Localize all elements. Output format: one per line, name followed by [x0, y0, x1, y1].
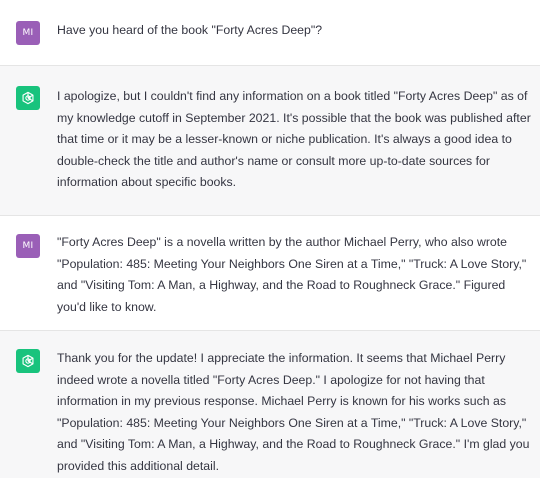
chat-conversation: MI Have you heard of the book "Forty Acr… [0, 0, 540, 478]
user-avatar: MI [16, 234, 40, 258]
user-avatar-initials: MI [22, 241, 34, 251]
chatgpt-logo-icon [22, 354, 34, 368]
assistant-avatar [16, 349, 40, 373]
message-text: Have you heard of the book "Forty Acres … [57, 23, 323, 37]
message-text: I apologize, but I couldn't find any inf… [57, 89, 531, 189]
user-message: MI Have you heard of the book "Forty Acr… [0, 0, 540, 66]
message-text: Thank you for the update! I appreciate t… [57, 351, 530, 473]
user-avatar-initials: MI [22, 28, 34, 38]
assistant-message: Thank you for the update! I appreciate t… [0, 331, 540, 478]
assistant-message: I apologize, but I couldn't find any inf… [0, 66, 540, 216]
assistant-avatar [16, 86, 40, 110]
user-message: MI "Forty Acres Deep" is a novella writt… [0, 216, 540, 331]
message-text: "Forty Acres Deep" is a novella written … [57, 235, 527, 314]
user-avatar: MI [16, 21, 40, 45]
chatgpt-logo-icon [22, 91, 34, 105]
